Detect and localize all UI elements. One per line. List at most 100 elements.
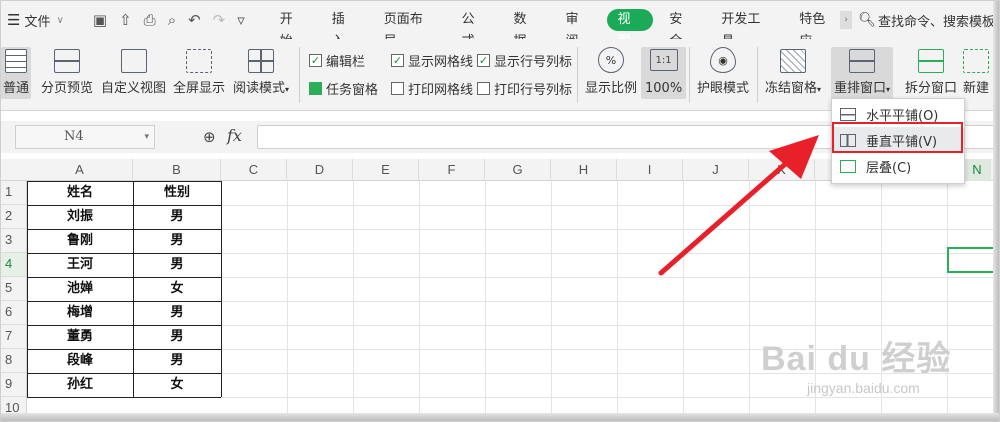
tile-horizontal-icon — [840, 107, 856, 121]
column-header[interactable]: A — [27, 159, 133, 181]
tab-developer[interactable]: 开发工具 — [708, 9, 786, 49]
row-header[interactable]: 2 — [1, 205, 27, 229]
tab-insert[interactable]: 插入 — [319, 9, 371, 49]
zoom-percent-icon: % — [598, 47, 624, 73]
print-gridlines-checkbox[interactable]: 打印网格线 — [391, 79, 473, 98]
row-header[interactable]: 7 — [1, 325, 27, 349]
column-header[interactable]: B — [133, 159, 221, 181]
full-screen-button[interactable]: 全屏显示 — [173, 47, 225, 99]
save-icon[interactable]: ▣ — [93, 11, 107, 29]
zoom-button[interactable]: % 显示比例 — [585, 47, 637, 99]
table-cell[interactable]: 女 — [133, 277, 221, 301]
freeze-panes-button[interactable]: 冻结窗格▾ — [765, 47, 821, 99]
eye-protection-button[interactable]: ◉ 护眼模式 — [697, 47, 749, 99]
table-cell[interactable]: 王河 — [27, 253, 133, 277]
active-cell[interactable] — [947, 247, 995, 273]
table-cell[interactable]: 董勇 — [27, 325, 133, 349]
show-headings-checkbox[interactable]: ✓ 显示行号列标 — [477, 51, 572, 70]
table-cell[interactable]: 鲁刚 — [27, 229, 133, 253]
column-header[interactable]: C — [221, 159, 287, 181]
file-menu[interactable]: ☰ 文件 ∨ — [1, 11, 83, 30]
column-header[interactable]: I — [617, 159, 683, 181]
split-window-button[interactable]: 拆分窗口 — [905, 47, 957, 99]
tab-review[interactable]: 审阅 — [553, 9, 605, 49]
task-pane-checkbox[interactable]: 任务窗格 — [309, 79, 378, 98]
redo-icon[interactable]: ↷ — [213, 11, 226, 29]
zoom-100-label: 100% — [645, 81, 683, 96]
print-headings-label: 打印行号列标 — [494, 83, 573, 98]
tab-formulas[interactable]: 公式 — [449, 9, 501, 49]
table-cell[interactable]: 段峰 — [27, 349, 133, 373]
name-box[interactable]: N4 ▾ — [15, 125, 155, 149]
table-cell[interactable]: 池婵 — [27, 277, 133, 301]
column-header[interactable]: F — [419, 159, 485, 181]
zoom-100-button[interactable]: 1:1 100% — [641, 47, 687, 99]
custom-view-button[interactable]: 自定义视图 — [101, 47, 166, 99]
ribbon-divider — [299, 47, 300, 103]
row-header[interactable]: 5 — [1, 277, 27, 301]
print-icon[interactable]: ⎙ — [144, 11, 156, 29]
row-header[interactable]: 1 — [1, 181, 27, 205]
column-header[interactable]: D — [287, 159, 353, 181]
column-header[interactable]: H — [551, 159, 617, 181]
fx-icon[interactable]: fx — [227, 126, 242, 145]
full-screen-label: 全屏显示 — [173, 81, 226, 96]
tab-home[interactable]: 开始 — [267, 9, 319, 49]
normal-view-button[interactable]: 普通 — [1, 47, 32, 99]
table-cell[interactable]: 女 — [133, 373, 221, 397]
table-cell[interactable]: 男 — [133, 229, 221, 253]
chevron-down-icon[interactable]: ▾ — [144, 126, 149, 148]
watermark-logo: Bai du 经验 — [761, 340, 952, 378]
print-headings-checkbox[interactable]: 打印行号列标 — [477, 79, 572, 98]
normal-view-label: 普通 — [3, 81, 30, 96]
edit-bar-checkbox[interactable]: ✓ 编辑栏 — [309, 51, 365, 70]
more-tabs-button[interactable]: › — [840, 11, 853, 29]
row-header[interactable]: 9 — [1, 373, 27, 397]
reading-mode-button[interactable]: 阅读模式▾ — [233, 47, 289, 99]
row-header[interactable]: 4 — [1, 253, 27, 277]
tab-special-apps[interactable]: 特色应 — [786, 9, 840, 49]
page-break-preview-button[interactable]: 分页预览 — [41, 47, 93, 99]
row-header[interactable]: 3 — [1, 229, 27, 253]
column-header[interactable]: K — [749, 159, 815, 181]
annotation-highlight-box — [832, 122, 963, 153]
tab-page-layout[interactable]: 页面布局 — [371, 9, 449, 49]
table-header-cell[interactable]: 性别 — [133, 181, 221, 205]
tab-data[interactable]: 数据 — [501, 9, 553, 49]
table-cell[interactable]: 男 — [133, 301, 221, 325]
table-cell[interactable]: 梅增 — [27, 301, 133, 325]
print-preview-icon[interactable]: ⌕ — [168, 11, 176, 29]
undo-icon[interactable]: ↶ — [188, 11, 201, 29]
new-window-button[interactable]: 新建 — [963, 47, 989, 99]
column-header[interactable]: E — [353, 159, 419, 181]
table-cell[interactable]: 男 — [133, 253, 221, 277]
show-gridlines-label: 显示网格线 — [408, 55, 474, 70]
zoom-lens-icon[interactable]: ⊕ — [203, 128, 216, 146]
column-header[interactable]: J — [683, 159, 749, 181]
export-icon[interactable]: ⇧ — [119, 11, 132, 29]
table-cell[interactable]: 男 — [133, 205, 221, 229]
table-cell[interactable]: 男 — [133, 325, 221, 349]
arrange-windows-label: 重排窗口▾ — [834, 81, 891, 96]
show-gridlines-checkbox[interactable]: ✓ 显示网格线 — [391, 51, 473, 70]
column-header-selected[interactable]: N — [963, 159, 991, 181]
tab-security[interactable]: 安全 — [656, 9, 708, 49]
task-pane-label: 任务窗格 — [326, 83, 379, 98]
normal-view-icon — [5, 49, 27, 73]
table-cell[interactable]: 孙红 — [27, 373, 133, 397]
row-header[interactable]: 8 — [1, 349, 27, 373]
gridline — [617, 181, 618, 415]
command-search[interactable]: 🔍︎ 查找命令、搜索模板 — [858, 11, 995, 30]
table-cell[interactable]: 男 — [133, 349, 221, 373]
tab-view[interactable]: 视图 — [607, 9, 654, 49]
command-search-label: 查找命令、搜索模板 — [877, 14, 995, 30]
table-cell[interactable]: 刘振 — [27, 205, 133, 229]
arrange-windows-button[interactable]: 重排窗口▾ — [831, 47, 894, 99]
column-header[interactable]: G — [485, 159, 551, 181]
table-header-cell[interactable]: 姓名 — [27, 181, 133, 205]
spreadsheet-window: ☰ 文件 ∨ ▣ ⇧ ⎙ ⌕ ↶ ↷ ▿ 开始 插入 页面布局 公式 数据 审阅… — [0, 0, 1000, 422]
baidu-jingyan-watermark: Bai du 经验 jingyan.baidu.com — [761, 331, 951, 396]
menu-item-cascade[interactable]: 层叠(C) — [832, 153, 964, 179]
customize-toolbar-icon[interactable]: ▿ — [237, 11, 245, 29]
row-header[interactable]: 6 — [1, 301, 27, 325]
